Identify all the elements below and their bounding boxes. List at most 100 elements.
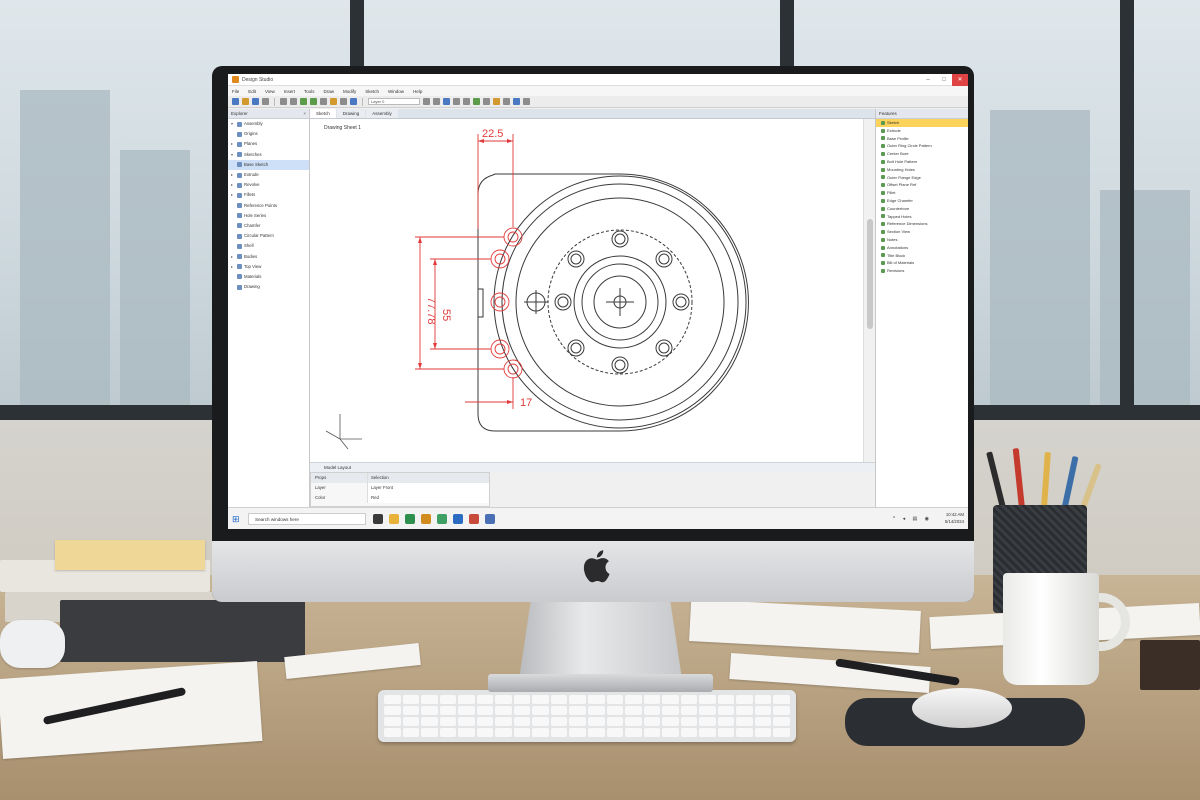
layers-icon[interactable]	[493, 98, 500, 105]
browser-icon[interactable]	[405, 514, 415, 524]
task-view-icon[interactable]	[373, 514, 383, 524]
feature-list-item[interactable]: Center Bore	[876, 150, 968, 158]
chevron-icon[interactable]: ▸	[231, 252, 235, 262]
ortho-icon[interactable]	[443, 98, 450, 105]
property-value-field[interactable]: Layer Front	[367, 483, 489, 493]
tab-sketch[interactable]: Sketch	[310, 109, 336, 118]
explorer-tree-item[interactable]: Hole Series	[228, 211, 309, 221]
feature-list-item[interactable]: Mounting Holes	[876, 166, 968, 174]
circle-tool-icon[interactable]	[310, 98, 317, 105]
model-layout-tabs[interactable]: Model Layout	[310, 462, 875, 472]
chevron-icon[interactable]: ▾	[231, 119, 235, 129]
explorer-tree-item[interactable]: ▸ Planes	[228, 139, 309, 149]
word-icon[interactable]	[453, 514, 463, 524]
zoom-in-icon[interactable]	[453, 98, 460, 105]
settings-icon[interactable]	[523, 98, 530, 105]
explorer-tree-item[interactable]: ▸ Extrude	[228, 170, 309, 180]
properties-icon[interactable]	[503, 98, 510, 105]
explorer-tree-item[interactable]: Chamfer	[228, 221, 309, 231]
model-tab-label[interactable]: Model Layout	[324, 465, 351, 470]
feature-list-item[interactable]: Extrude	[876, 127, 968, 135]
menu-file[interactable]: File	[232, 89, 239, 94]
feature-list-item[interactable]: Counterbore	[876, 205, 968, 213]
render-icon[interactable]	[513, 98, 520, 105]
chevron-icon[interactable]: ▸	[231, 262, 235, 272]
menu-help[interactable]: Help	[413, 89, 422, 94]
taskbar-clock[interactable]: 10:42 AM 5/14/2024	[934, 511, 964, 525]
close-button[interactable]: ✕	[952, 74, 968, 86]
measure-icon[interactable]	[483, 98, 490, 105]
explorer-tree-item[interactable]: Materials	[228, 272, 309, 282]
new-file-icon[interactable]	[232, 98, 239, 105]
rectangle-tool-icon[interactable]	[330, 98, 337, 105]
feature-list-item[interactable]: Notes	[876, 236, 968, 244]
menu-tools[interactable]: Tools	[304, 89, 315, 94]
feature-list-item[interactable]: Edge Chamfer	[876, 197, 968, 205]
chevron-icon[interactable]: ▸	[231, 170, 235, 180]
property-value-field[interactable]: Red	[367, 493, 489, 503]
feature-list-item[interactable]: Sketch	[876, 119, 968, 127]
layer-input[interactable]: Layer 0	[368, 98, 420, 105]
feature-list-item[interactable]: Outer Ring Circle Pattern	[876, 142, 968, 150]
open-folder-icon[interactable]	[242, 98, 249, 105]
menu-modify[interactable]: Modify	[343, 89, 356, 94]
arc-tool-icon[interactable]	[320, 98, 327, 105]
feature-list-item[interactable]: Outer Flange Edge	[876, 174, 968, 182]
explorer-tree-item[interactable]: ▸ Top View	[228, 262, 309, 272]
feature-list-item[interactable]: Bill of Materials	[876, 259, 968, 267]
spreadsheet-icon[interactable]	[437, 514, 447, 524]
dimension-tool-icon[interactable]	[350, 98, 357, 105]
explorer-tree-item[interactable]: ▾ Assembly	[228, 119, 309, 129]
feature-list-item[interactable]: Tapped Holes	[876, 213, 968, 221]
feature-list-item[interactable]: Annotations	[876, 244, 968, 252]
feature-list-item[interactable]: Base Profile	[876, 135, 968, 143]
explorer-tree-item[interactable]: ▸ Revolve	[228, 180, 309, 190]
menu-window[interactable]: Window	[388, 89, 404, 94]
feature-list-item[interactable]: Section View	[876, 228, 968, 236]
undo-icon[interactable]	[280, 98, 287, 105]
vertical-scrollbar[interactable]	[863, 119, 875, 462]
windows-start-icon[interactable]: ⊞	[232, 514, 242, 524]
feature-list-item[interactable]: Fillet	[876, 189, 968, 197]
explorer-tree-item[interactable]: Base Sketch	[228, 159, 309, 170]
close-icon[interactable]: ×	[303, 109, 306, 119]
feature-list-item[interactable]: Bolt Hole Pattern	[876, 158, 968, 166]
snap-icon[interactable]	[423, 98, 430, 105]
explorer-tree-item[interactable]: Circular Pattern	[228, 231, 309, 241]
chevron-icon[interactable]: ▸	[231, 190, 235, 200]
explorer-tree-item[interactable]: Origins	[228, 129, 309, 139]
minimize-button[interactable]: –	[920, 74, 936, 86]
settings-app-icon[interactable]	[485, 514, 495, 524]
tab-assembly[interactable]: Assembly	[366, 109, 398, 118]
save-icon[interactable]	[252, 98, 259, 105]
explorer-tree-item[interactable]: ▾ Sketches	[228, 150, 309, 160]
file-explorer-icon[interactable]	[389, 514, 399, 524]
grid-icon[interactable]	[433, 98, 440, 105]
menu-edit[interactable]: Edit	[248, 89, 256, 94]
explorer-tree-item[interactable]: Drawing	[228, 282, 309, 292]
feature-list-item[interactable]: Offset Plane Ref	[876, 181, 968, 189]
chevron-icon[interactable]: ▸	[231, 180, 235, 190]
maximize-button[interactable]: □	[936, 74, 952, 86]
chevron-icon[interactable]: ▾	[231, 150, 235, 160]
feature-list-item[interactable]: Reference Dimensions	[876, 220, 968, 228]
menu-view[interactable]: View	[265, 89, 275, 94]
redo-icon[interactable]	[290, 98, 297, 105]
scrollbar-thumb[interactable]	[867, 219, 873, 329]
zoom-out-icon[interactable]	[463, 98, 470, 105]
tab-drawing[interactable]: Drawing	[336, 109, 366, 118]
explorer-tree-item[interactable]: Shell	[228, 241, 309, 251]
line-tool-icon[interactable]	[300, 98, 307, 105]
trim-tool-icon[interactable]	[340, 98, 347, 105]
menu-insert[interactable]: Insert	[284, 89, 295, 94]
feature-list-item[interactable]: Revisions	[876, 267, 968, 275]
print-icon[interactable]	[262, 98, 269, 105]
explorer-tree-item[interactable]: ▸ Bodies	[228, 251, 309, 261]
cad-app-icon[interactable]	[421, 514, 431, 524]
menu-draw[interactable]: Draw	[324, 89, 335, 94]
chevron-icon[interactable]: ▸	[231, 139, 235, 149]
taskbar-search[interactable]: Search windows here	[248, 513, 366, 525]
explorer-tree-item[interactable]: Reference Points	[228, 201, 309, 211]
feature-list-item[interactable]: Title Block	[876, 252, 968, 260]
pan-icon[interactable]	[473, 98, 480, 105]
